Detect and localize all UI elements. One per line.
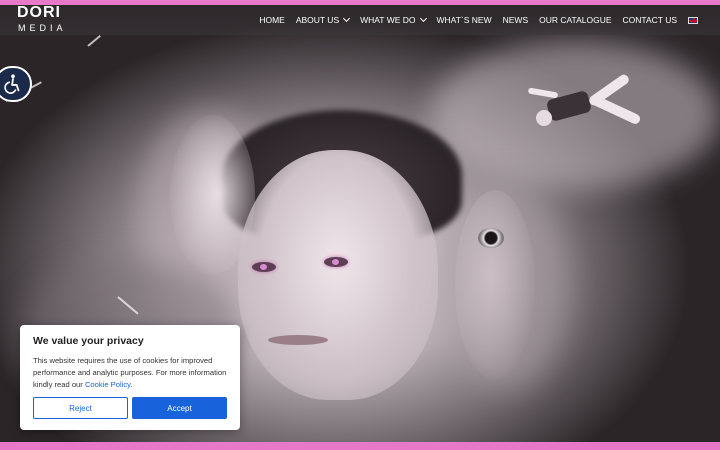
hero-falling-figure bbox=[527, 72, 648, 145]
hero-eye-closeup bbox=[478, 228, 504, 248]
nav-about-us[interactable]: ABOUT US bbox=[296, 14, 351, 25]
logo-subtitle: MEDIA bbox=[18, 23, 67, 33]
nav-whats-new[interactable]: WHAT`S NEW bbox=[437, 15, 492, 25]
dori-media-logo[interactable]: DORI MEDIA bbox=[15, 4, 75, 35]
nav-contact-us[interactable]: CONTACT US bbox=[623, 15, 677, 25]
logo-wordmark: DORI bbox=[17, 4, 61, 21]
hero-eye-left bbox=[252, 262, 276, 272]
nav-what-we-do[interactable]: WHAT WE DO bbox=[360, 14, 427, 25]
nav-news[interactable]: NEWS bbox=[503, 15, 529, 25]
chevron-down-icon bbox=[419, 14, 427, 23]
cookie-buttons: Reject Accept bbox=[33, 397, 227, 419]
cookie-policy-link[interactable]: Cookie Policy bbox=[85, 380, 130, 389]
uk-flag-icon bbox=[688, 16, 698, 24]
hero-eye-right bbox=[324, 257, 348, 267]
nav-our-catalogue[interactable]: OUR CATALOGUE bbox=[539, 15, 611, 25]
reject-button[interactable]: Reject bbox=[33, 397, 128, 419]
language-switcher[interactable] bbox=[688, 16, 698, 24]
chevron-down-icon bbox=[343, 14, 351, 23]
cookie-message: This website requires the use of cookies… bbox=[33, 356, 227, 389]
accept-button[interactable]: Accept bbox=[132, 397, 227, 419]
wheelchair-icon bbox=[4, 74, 20, 94]
site-header: DORI MEDIA HOME ABOUT US WHAT WE DO WHAT… bbox=[0, 4, 720, 35]
hero-mouth bbox=[268, 335, 328, 345]
hero-face-right bbox=[455, 190, 535, 380]
bottom-accent-bar bbox=[0, 442, 720, 450]
main-nav: HOME ABOUT US WHAT WE DO WHAT`S NEW NEWS… bbox=[259, 5, 698, 35]
cookie-title: We value your privacy bbox=[33, 335, 144, 347]
nav-home[interactable]: HOME bbox=[259, 15, 285, 25]
hero-face-main bbox=[238, 150, 438, 400]
cookie-consent-banner: We value your privacy This website requi… bbox=[20, 325, 240, 430]
hero-scratch bbox=[87, 34, 101, 47]
